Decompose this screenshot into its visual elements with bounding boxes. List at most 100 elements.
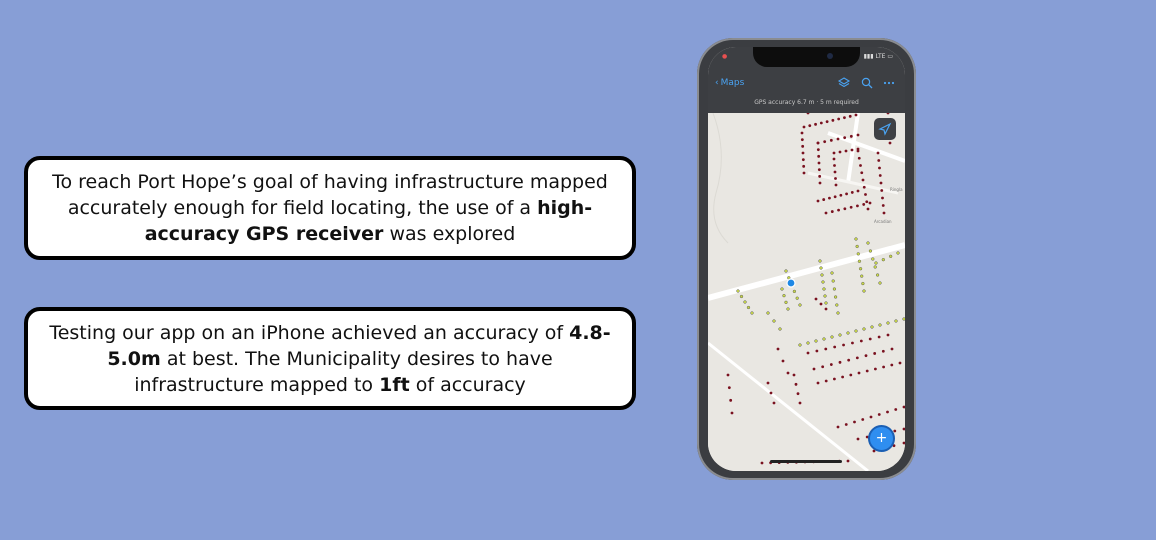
map-point bbox=[874, 367, 877, 371]
map-point bbox=[819, 302, 823, 306]
map-point bbox=[838, 333, 842, 337]
map-point bbox=[880, 189, 884, 192]
map-point bbox=[844, 423, 848, 426]
map-point bbox=[834, 177, 837, 180]
map-point bbox=[729, 398, 733, 402]
map-point bbox=[842, 343, 845, 347]
chevron-left-icon: ‹ bbox=[715, 78, 719, 88]
map-point bbox=[857, 156, 861, 160]
map-point bbox=[802, 171, 806, 175]
map-point bbox=[878, 174, 882, 177]
callout-text: To reach Port Hope’s goal of having infr… bbox=[46, 169, 614, 247]
iphone-frame: ● ▮▮▮ LTE ▭ ‹ Maps GPS accuracy 6.7 m · … bbox=[697, 38, 916, 480]
recording-indicator: ● bbox=[722, 53, 728, 60]
map-point bbox=[878, 166, 881, 170]
map-point bbox=[878, 323, 882, 327]
map-point bbox=[857, 259, 862, 263]
map-point bbox=[894, 319, 898, 323]
map-point bbox=[817, 154, 821, 158]
map-point bbox=[882, 365, 885, 369]
map-point bbox=[868, 249, 872, 253]
callout-text-part: was explored bbox=[383, 223, 516, 245]
map-point bbox=[849, 373, 853, 377]
map-point bbox=[871, 257, 875, 261]
map-point bbox=[902, 317, 905, 321]
map-point bbox=[832, 287, 836, 291]
map-point bbox=[862, 185, 866, 189]
current-location-dot bbox=[786, 278, 796, 288]
map-point bbox=[850, 148, 854, 152]
map-point bbox=[814, 297, 818, 301]
search-icon[interactable] bbox=[860, 76, 874, 90]
map-point bbox=[776, 347, 780, 351]
map-point bbox=[818, 259, 822, 263]
map-point bbox=[801, 144, 805, 148]
map-point bbox=[831, 279, 835, 283]
map-point bbox=[802, 125, 806, 129]
map-point bbox=[746, 305, 751, 310]
map-point bbox=[822, 287, 826, 291]
map-point bbox=[817, 168, 821, 172]
map-point bbox=[860, 274, 864, 278]
map-point bbox=[835, 303, 839, 307]
map-point bbox=[843, 207, 847, 211]
map-point bbox=[866, 241, 870, 245]
app-nav-bar: ‹ Maps bbox=[708, 69, 905, 97]
map-point bbox=[881, 204, 885, 207]
map-point bbox=[784, 269, 788, 273]
map-point bbox=[856, 204, 859, 208]
map-point bbox=[824, 347, 828, 351]
map-point bbox=[854, 113, 858, 117]
map-point bbox=[856, 437, 860, 441]
map-point bbox=[821, 280, 825, 284]
more-icon[interactable] bbox=[882, 76, 896, 90]
map-point bbox=[814, 339, 818, 343]
map-point bbox=[831, 118, 835, 122]
map-point bbox=[847, 358, 851, 362]
map-point bbox=[866, 207, 870, 211]
map-point bbox=[845, 192, 848, 196]
map-point bbox=[824, 211, 828, 215]
map-view[interactable]: Ringla Arcadian bbox=[708, 113, 905, 471]
map-point bbox=[818, 181, 822, 185]
map-point bbox=[825, 120, 829, 124]
back-button[interactable]: ‹ Maps bbox=[715, 78, 744, 88]
map-point bbox=[833, 345, 837, 349]
map-point bbox=[820, 273, 824, 277]
map-point bbox=[868, 337, 872, 341]
map-point bbox=[890, 363, 894, 367]
map-point bbox=[814, 122, 817, 126]
map-point bbox=[766, 381, 770, 385]
map-point bbox=[833, 170, 837, 174]
map-point bbox=[843, 116, 846, 120]
map-point bbox=[889, 254, 893, 258]
map-point bbox=[861, 178, 865, 182]
back-label: Maps bbox=[720, 78, 745, 88]
map-point bbox=[877, 335, 881, 339]
layers-icon[interactable] bbox=[837, 76, 851, 90]
callout-bold-text: 1ft bbox=[379, 373, 410, 396]
map-point bbox=[739, 294, 744, 299]
map-point bbox=[861, 418, 865, 421]
map-point bbox=[855, 244, 859, 249]
map-point bbox=[798, 401, 802, 405]
add-feature-button[interactable]: + bbox=[868, 425, 895, 452]
map-point bbox=[854, 237, 858, 241]
map-point bbox=[862, 289, 866, 293]
map-point bbox=[792, 289, 796, 293]
map-point bbox=[877, 159, 881, 162]
map-point bbox=[780, 287, 784, 291]
map-point bbox=[816, 141, 820, 145]
map-point bbox=[836, 425, 840, 429]
map-point bbox=[792, 373, 796, 377]
map-point bbox=[824, 301, 828, 305]
map-point bbox=[798, 303, 802, 307]
map-point bbox=[830, 210, 834, 213]
map-point bbox=[849, 205, 853, 209]
map-point bbox=[730, 411, 734, 415]
map-point bbox=[851, 341, 854, 345]
map-point bbox=[750, 311, 754, 315]
navigate-button[interactable] bbox=[874, 118, 896, 140]
map-point bbox=[853, 420, 856, 424]
map-point bbox=[868, 201, 872, 205]
